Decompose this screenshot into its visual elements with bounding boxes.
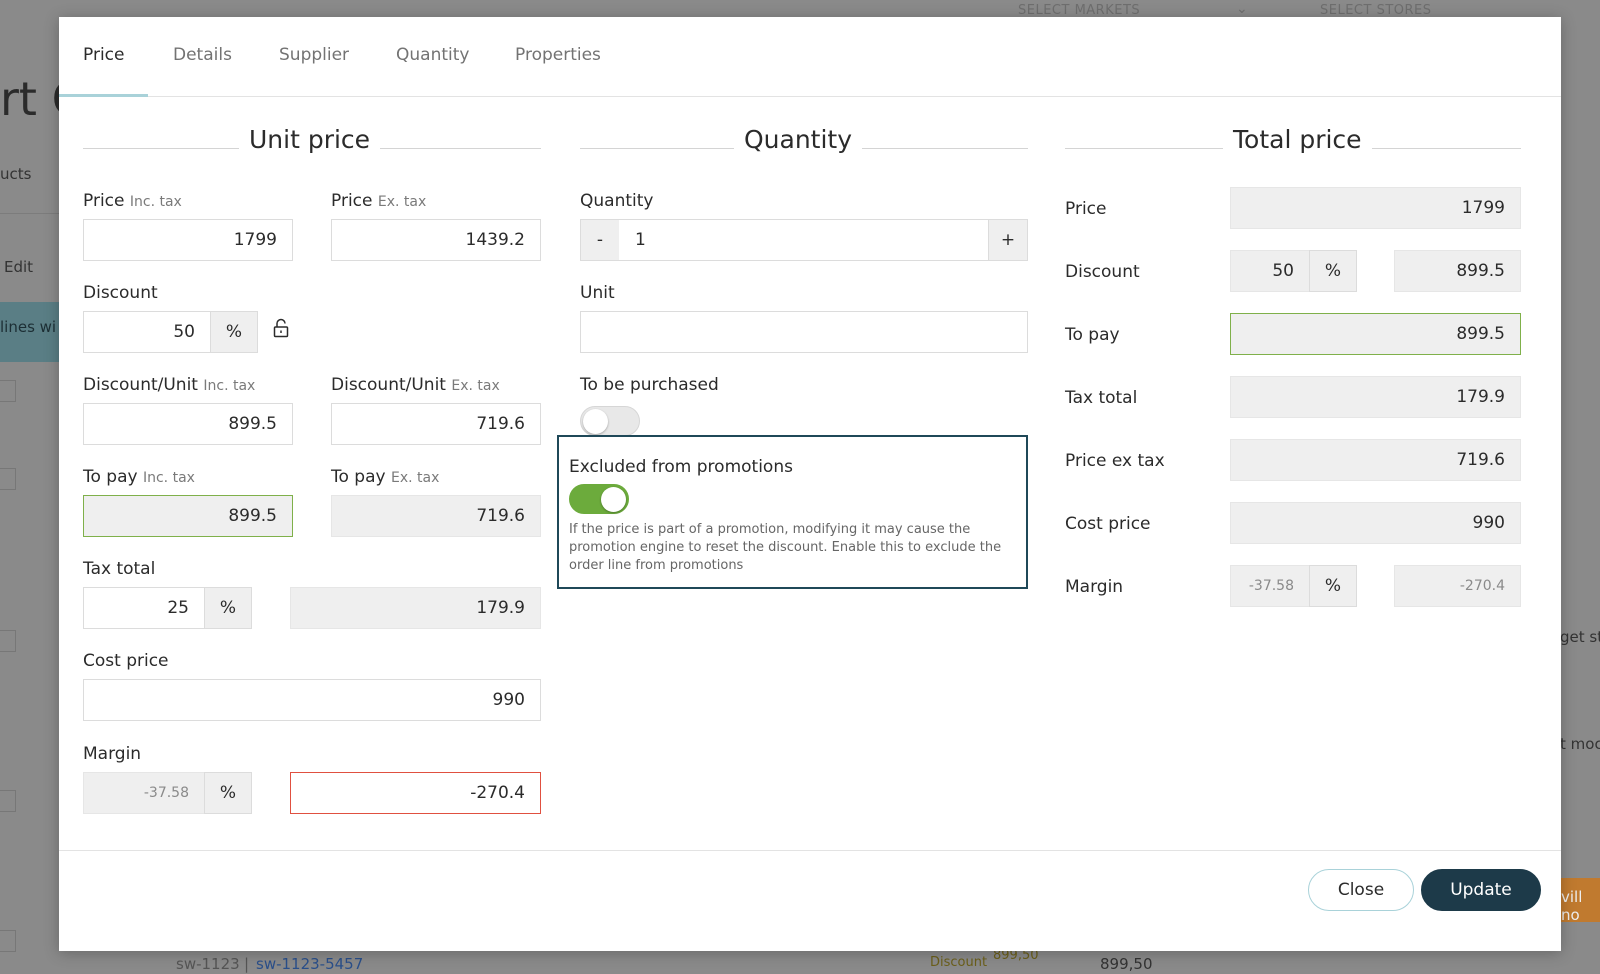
quantity-label: Quantity — [580, 191, 654, 211]
toggle-knob — [601, 487, 626, 512]
tax-percent-input[interactable]: 25 — [83, 587, 205, 629]
close-button[interactable]: Close — [1308, 869, 1414, 911]
tax-percent-addon: % — [204, 587, 252, 629]
total-price-field: 1799 — [1230, 187, 1521, 229]
total-to-pay-field: 899.5 — [1230, 313, 1521, 355]
excluded-from-promotions-help: If the price is part of a promotion, mod… — [569, 522, 1002, 573]
total-to-pay-label: To pay — [1065, 325, 1120, 345]
discount-unit-ex-label: Discount/Unit Ex. tax — [331, 375, 500, 395]
active-tab-indicator — [59, 94, 148, 97]
background-checkbox — [0, 468, 16, 490]
price-inc-label: Price Inc. tax — [83, 191, 182, 211]
margin-percent-addon: % — [204, 772, 252, 814]
dialog-footer-divider — [59, 850, 1561, 851]
background-edit: Edit — [4, 258, 34, 276]
total-discount-percent-field: 50 — [1230, 250, 1310, 292]
total-tax-label: Tax total — [1065, 388, 1138, 408]
total-price-title: Total price — [1223, 125, 1372, 154]
total-margin-label: Margin — [1065, 577, 1124, 597]
select-markets: SELECT MARKETS — [1018, 3, 1141, 18]
quantity-input[interactable]: 1 — [619, 219, 989, 261]
tab-supplier[interactable]: Supplier — [279, 45, 349, 65]
price-ex-label: Price Ex. tax — [331, 191, 427, 211]
quantity-increment-button[interactable]: + — [988, 219, 1028, 261]
unit-label: Unit — [580, 283, 615, 303]
tab-quantity[interactable]: Quantity — [396, 45, 469, 65]
total-discount-percent-addon: % — [1309, 250, 1357, 292]
quantity-title: Quantity — [734, 125, 863, 154]
background-mod: t moc — [1560, 735, 1600, 753]
to-pay-ex-label: To pay Ex. tax — [331, 467, 440, 487]
total-cost-price-field: 990 — [1230, 502, 1521, 544]
background-lines: lines wi — [0, 318, 57, 336]
toggle-knob — [583, 409, 608, 434]
tab-bar: Price Details Supplier Quantity Properti… — [59, 17, 1561, 97]
discount-unit-inc-input[interactable]: 899.5 — [83, 403, 293, 445]
tab-price[interactable]: Price — [83, 45, 124, 65]
excluded-from-promotions-panel: Excluded from promotions If the price is… — [557, 435, 1028, 589]
quantity-decrement-button[interactable]: - — [580, 219, 620, 261]
total-discount-label: Discount — [1065, 262, 1140, 282]
to-be-purchased-toggle[interactable] — [580, 406, 640, 436]
to-be-purchased-label: To be purchased — [580, 375, 719, 395]
chevron-down-icon: ⌄ — [1236, 1, 1249, 17]
to-pay-inc-input[interactable]: 899.5 — [83, 495, 293, 537]
total-margin-amount-field: -270.4 — [1394, 565, 1521, 607]
background-line-price: 899,50 — [1100, 955, 1153, 973]
background-discount-label: Discount — [930, 955, 988, 970]
price-ex-input[interactable]: 1439.2 — [331, 219, 541, 261]
total-price-label: Price — [1065, 199, 1107, 219]
unit-input[interactable] — [580, 311, 1028, 353]
total-margin-percent-addon: % — [1309, 565, 1357, 607]
total-discount-amount-field: 899.5 — [1394, 250, 1521, 292]
background-sku: sw-1123 — [176, 955, 240, 973]
update-button[interactable]: Update — [1421, 869, 1541, 911]
cost-price-input[interactable]: 990 — [83, 679, 541, 721]
tab-properties[interactable]: Properties — [515, 45, 601, 65]
unit-price-title: Unit price — [239, 125, 381, 154]
margin-amount-input[interactable]: -270.4 — [290, 772, 541, 814]
price-dialog: Price Details Supplier Quantity Properti… — [59, 17, 1561, 951]
tax-total-label: Tax total — [83, 559, 156, 579]
background-get: get st — [1560, 628, 1600, 646]
background-divider — [0, 213, 60, 214]
discount-label: Discount — [83, 283, 158, 303]
background-checkbox — [0, 790, 16, 812]
to-pay-inc-label: To pay Inc. tax — [83, 467, 195, 487]
select-stores: SELECT STORES — [1320, 3, 1432, 18]
tab-details[interactable]: Details — [173, 45, 232, 65]
discount-unit-inc-label: Discount/Unit Inc. tax — [83, 375, 256, 395]
total-tax-field: 179.9 — [1230, 376, 1521, 418]
excluded-from-promotions-toggle[interactable] — [569, 484, 629, 514]
cost-price-label: Cost price — [83, 651, 169, 671]
excluded-from-promotions-label: Excluded from promotions — [569, 457, 793, 477]
discount-percent-addon: % — [210, 311, 258, 353]
total-cost-price-label: Cost price — [1065, 514, 1151, 534]
background-sku-variant: sw-1123-5457 — [256, 955, 364, 973]
discount-percent-input[interactable]: 50 — [83, 311, 211, 353]
price-inc-input[interactable]: 1799 — [83, 219, 293, 261]
background-warning: vill no — [1555, 878, 1600, 924]
background-checkbox — [0, 930, 16, 952]
unlock-icon[interactable] — [273, 318, 289, 338]
background-products: ucts — [0, 165, 32, 183]
total-price-ex-tax-label: Price ex tax — [1065, 451, 1165, 471]
background-checkbox — [0, 380, 16, 402]
background-checkbox — [0, 630, 16, 652]
margin-label: Margin — [83, 744, 142, 764]
total-price-ex-tax-field: 719.6 — [1230, 439, 1521, 481]
discount-unit-ex-input[interactable]: 719.6 — [331, 403, 541, 445]
background-sku-sep: | — [244, 955, 250, 973]
total-margin-percent-field: -37.58 — [1230, 565, 1310, 607]
to-pay-ex-input: 719.6 — [331, 495, 541, 537]
tax-amount-field: 179.9 — [290, 587, 541, 629]
margin-percent-field: -37.58 — [83, 772, 205, 814]
